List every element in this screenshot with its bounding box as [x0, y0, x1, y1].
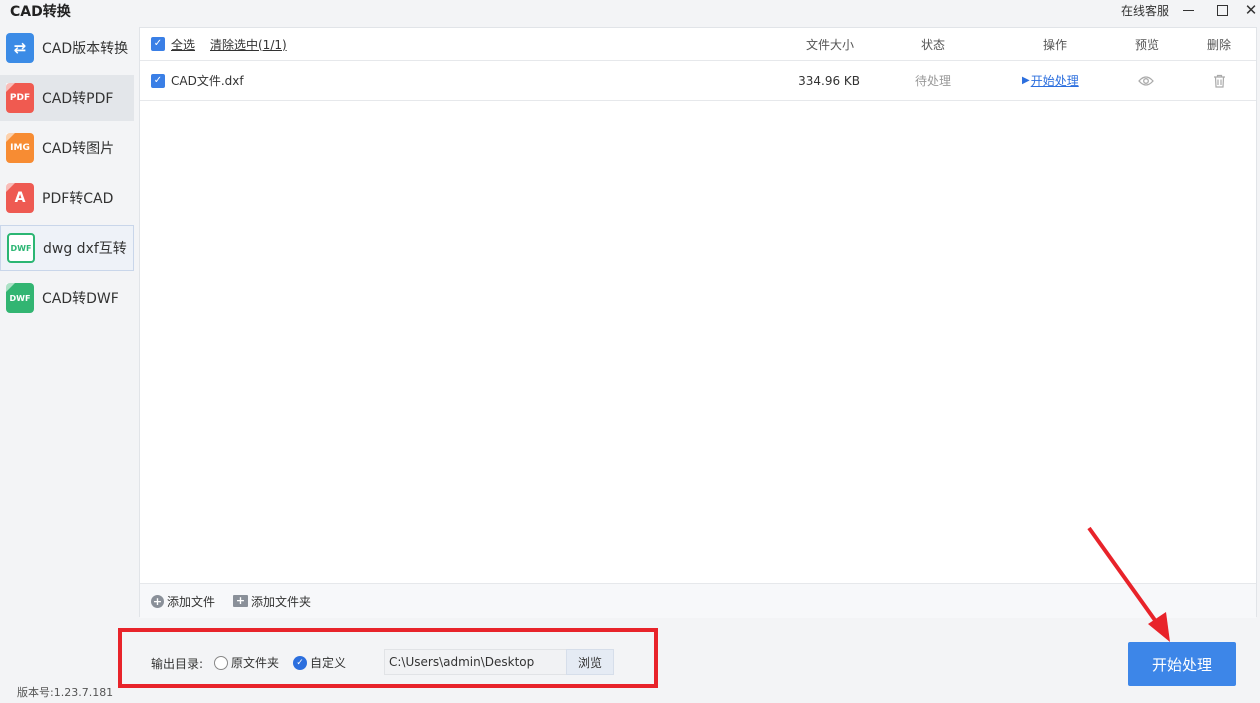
maximize-icon — [1216, 4, 1228, 16]
start-processing-button[interactable]: 开始处理 — [1128, 642, 1236, 686]
sidebar-item-label: CAD转图片 — [42, 141, 115, 157]
radio-custom-label: 自定义 — [310, 656, 347, 670]
column-header-status: 状态 — [920, 37, 945, 52]
add-file-label: 添加文件 — [167, 594, 216, 609]
sidebar-item-cad-to-pdf[interactable]: PDF CAD转PDF — [0, 75, 134, 121]
sidebar-item-label: CAD转DWF — [42, 291, 119, 307]
add-folder-icon: + — [233, 595, 248, 607]
column-header-preview: 预览 — [1134, 37, 1159, 52]
add-folder-button[interactable]: + 添加文件夹 — [233, 584, 311, 618]
select-all-control[interactable]: ✓ 全选 — [151, 28, 195, 60]
file-size: 334.96 KB — [798, 73, 860, 88]
sidebar-item-cad-to-dwf[interactable]: DWF CAD转DWF — [0, 275, 134, 321]
output-directory-settings: 输出目录: 原文件夹 ✓ 自定义 浏览 — [118, 628, 658, 688]
clear-selection-link[interactable]: 清除选中(1/1) — [210, 36, 287, 53]
maximize-button[interactable] — [1211, 0, 1233, 20]
pdf-icon: PDF — [6, 83, 34, 113]
eye-icon — [1138, 75, 1154, 86]
radio-checked-icon: ✓ — [293, 655, 307, 670]
add-file-button[interactable]: + 添加文件 — [151, 584, 215, 618]
minimize-icon — [1182, 9, 1194, 11]
online-support-link[interactable]: 在线客服 — [1121, 2, 1169, 19]
trash-icon — [1214, 74, 1225, 88]
radio-empty-icon — [214, 655, 228, 670]
sidebar-item-label: CAD转PDF — [42, 91, 114, 107]
column-header-delete: 删除 — [1206, 37, 1231, 52]
output-directory-label: 输出目录: — [151, 657, 204, 671]
radio-custom-folder[interactable]: ✓ 自定义 — [293, 654, 346, 671]
sidebar-item-cad-to-image[interactable]: IMG CAD转图片 — [0, 125, 134, 171]
sidebar-item-label: PDF转CAD — [42, 191, 114, 207]
close-icon: ✕ — [1244, 1, 1258, 19]
column-header-action: 操作 — [1042, 37, 1067, 52]
add-circle-icon: + — [151, 594, 164, 608]
delete-button[interactable] — [1213, 61, 1226, 100]
column-header-size: 文件大小 — [805, 37, 854, 52]
browse-button[interactable]: 浏览 — [566, 649, 614, 675]
minimize-button[interactable] — [1177, 0, 1199, 20]
add-folder-label: 添加文件夹 — [251, 594, 312, 609]
select-all-checkbox[interactable]: ✓ — [151, 37, 165, 51]
close-button[interactable]: ✕ — [1240, 0, 1260, 20]
dwg-dxf-icon: DWF — [7, 233, 35, 263]
play-icon: ▶ — [1022, 75, 1030, 86]
annotation-arrow — [1087, 526, 1170, 642]
file-name: CAD文件.dxf — [171, 74, 244, 88]
preview-button[interactable] — [1138, 61, 1154, 100]
table-header: ✓ 全选 清除选中(1/1) 文件大小 状态 操作 预览 删除 — [140, 28, 1256, 61]
sidebar-item-pdf-to-cad[interactable]: A PDF转CAD — [0, 175, 134, 221]
row-checkbox[interactable]: ✓ — [151, 73, 165, 88]
file-status: 待处理 — [914, 74, 951, 88]
radio-original-label: 原文件夹 — [231, 656, 280, 670]
output-path-input[interactable] — [384, 649, 566, 675]
select-all-label[interactable]: 全选 — [171, 36, 195, 53]
sidebar-item-label: CAD版本转换 — [42, 41, 129, 57]
image-icon: IMG — [6, 133, 34, 163]
title-bar: CAD转换 在线客服 ✕ — [0, 0, 1260, 22]
radio-original-folder[interactable]: 原文件夹 — [214, 654, 279, 671]
sidebar-item-label: dwg dxf互转 — [43, 241, 127, 257]
app-title: CAD转换 — [10, 4, 71, 20]
pdf-to-cad-icon: A — [6, 183, 34, 213]
table-row: ✓ CAD文件.dxf 334.96 KB 待处理 ▶ 开始处理 — [140, 61, 1256, 101]
sidebar-item-version-convert[interactable]: ⇄ CAD版本转换 — [0, 25, 134, 71]
swap-icon: ⇄ — [6, 33, 34, 63]
dwf-icon: DWF — [6, 283, 34, 313]
sidebar-item-dwg-dxf[interactable]: DWF dwg dxf互转 — [0, 225, 134, 271]
start-process-label[interactable]: 开始处理 — [1031, 72, 1079, 89]
start-process-link[interactable]: ▶ 开始处理 — [1022, 61, 1079, 100]
sidebar: ⇄ CAD版本转换 PDF CAD转PDF IMG CAD转图片 A PDF转C… — [0, 25, 134, 325]
version-label: 版本号:1.23.7.181 — [17, 686, 114, 699]
